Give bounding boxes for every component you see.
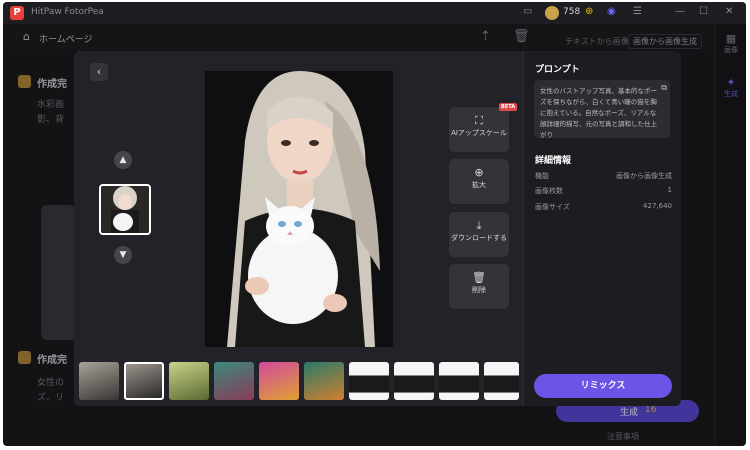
history-thumbnail[interactable] (439, 362, 479, 400)
ai-upscale-button[interactable]: ⛶ AIアップスケール (449, 107, 509, 152)
main-preview-image (205, 71, 393, 347)
detail-value: 画像から画像生成 (616, 172, 672, 180)
history-thumbnail[interactable] (394, 362, 434, 400)
history-thumbnail-selected[interactable] (124, 362, 164, 400)
close-icon[interactable]: ✕ (725, 6, 733, 17)
image-preview-modal: ‹ ▲ ▼ ⛶ AIアップスケール BETA ⊕ 拡大 ⤓ ダウンロードする 🗑… (74, 51, 681, 406)
history-thumbnail[interactable] (214, 362, 254, 400)
title-bar: P HitPaw FotorPea ▭ 758 ⊕ ◉ ☰ — ☐ ✕ (3, 2, 746, 24)
credits-coin-icon (545, 6, 559, 20)
zoom-button[interactable]: ⊕ 拡大 (449, 159, 509, 204)
user-icon[interactable]: ◉ (607, 6, 616, 17)
back-button[interactable]: ‹ (90, 63, 108, 81)
copy-icon[interactable]: ⧉ (661, 83, 667, 93)
prev-image-button[interactable]: ▲ (114, 151, 132, 169)
monitor-icon[interactable]: ▭ (523, 6, 532, 17)
detail-value: 427,640 (643, 202, 672, 210)
maximize-icon[interactable]: ☐ (699, 6, 708, 17)
action-label: AIアップスケール (451, 129, 507, 137)
download-icon: ⤓ (476, 219, 482, 232)
remix-button[interactable]: リミックス (534, 374, 672, 398)
upscale-icon: ⛶ (475, 114, 483, 127)
download-button[interactable]: ⤓ ダウンロードする (449, 212, 509, 257)
app-title: HitPaw FotorPea (31, 7, 104, 17)
delete-button[interactable]: 🗑 削除 (449, 264, 509, 309)
thumbnail-image (101, 186, 149, 233)
history-thumbnail[interactable] (259, 362, 299, 400)
plus-icon[interactable]: ⊕ (585, 6, 593, 17)
zoom-icon: ⊕ (474, 166, 484, 179)
detail-label: 画像サイズ (535, 203, 570, 211)
action-label: 拡大 (472, 181, 486, 189)
action-label: 削除 (472, 286, 486, 294)
beta-badge: BETA (499, 103, 518, 111)
history-thumbnail[interactable] (79, 362, 119, 400)
trash-icon: 🗑 (472, 271, 486, 284)
history-thumbnail[interactable] (304, 362, 344, 400)
app-logo: P (10, 6, 24, 20)
history-thumbnail[interactable] (169, 362, 209, 400)
history-thumbnail[interactable] (349, 362, 389, 400)
credits-count: 758 (563, 7, 581, 17)
detail-label: 機能 (535, 172, 549, 180)
action-label: ダウンロードする (451, 234, 507, 242)
menu-icon[interactable]: ☰ (633, 6, 642, 17)
history-thumbnail[interactable] (484, 362, 519, 400)
prompt-box: 女性のバストアップ写真、基本的なポーズを保ちながら、白くて青い瞳の猫を胸に抱えて… (534, 80, 670, 139)
details-title: 詳細情報 (535, 156, 572, 166)
detail-value: 1 (667, 186, 672, 194)
prompt-text: 女性のバストアップ写真、基本的なポーズを保ちながら、白くて青い瞳の猫を胸に抱えて… (540, 87, 657, 139)
app-window: P HitPaw FotorPea ▭ 758 ⊕ ◉ ☰ — ☐ ✕ ⌂ ホー… (3, 2, 746, 446)
prompt-title: プロンプト (535, 65, 580, 75)
minimize-icon[interactable]: — (675, 6, 685, 17)
next-image-button[interactable]: ▼ (114, 246, 132, 264)
detail-label: 画像枚数 (535, 187, 563, 195)
selected-thumbnail[interactable] (99, 184, 151, 235)
